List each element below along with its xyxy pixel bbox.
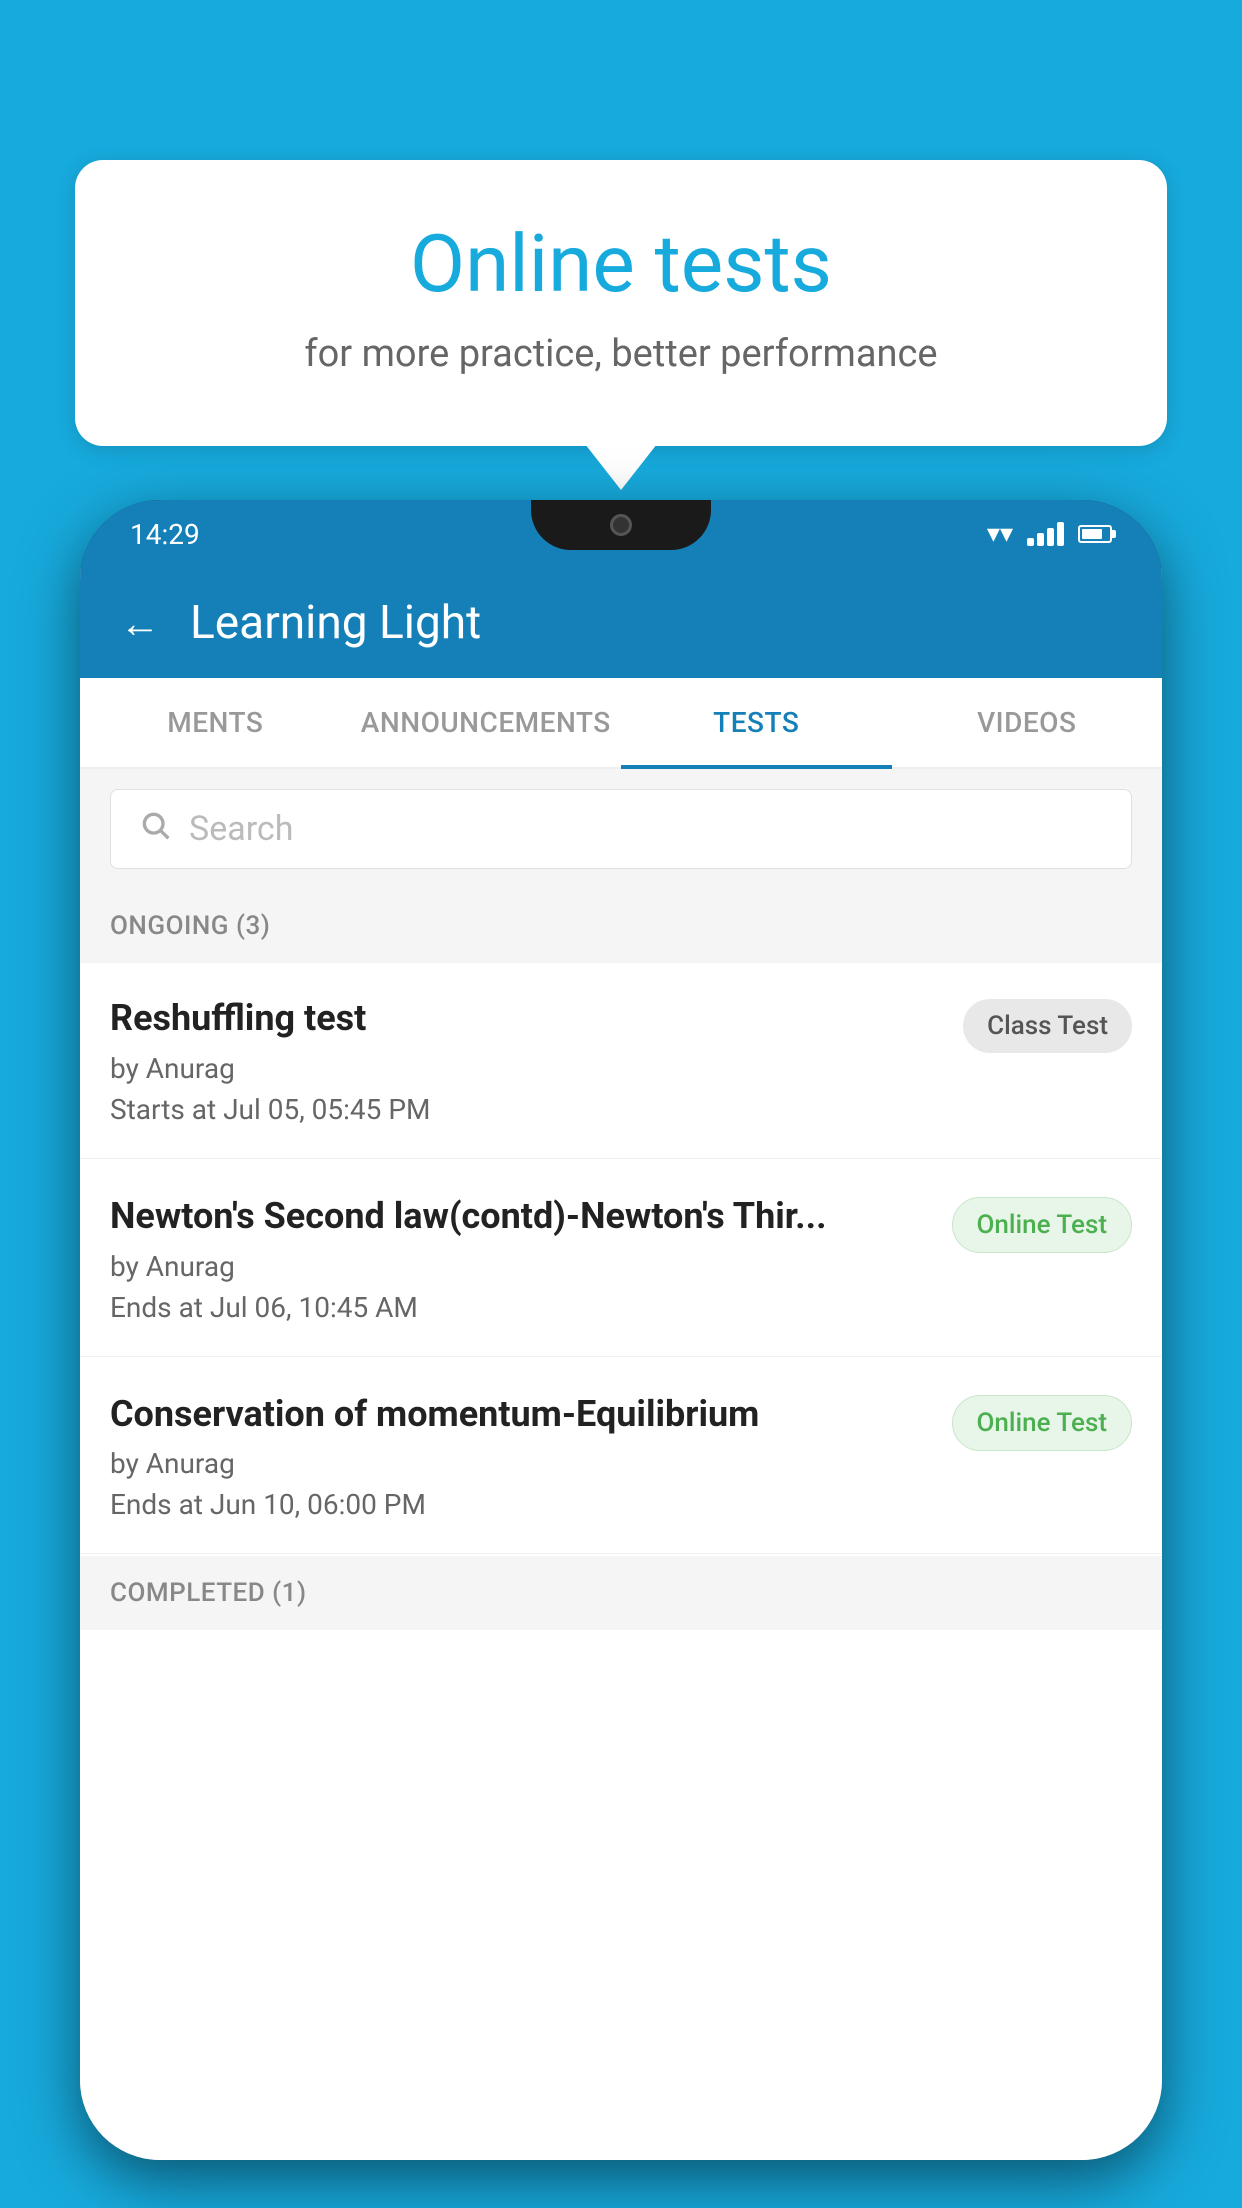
tab-ments[interactable]: MENTS	[80, 678, 351, 767]
test-title: Conservation of momentum-Equilibrium	[110, 1391, 932, 1438]
test-info: Reshuffling test by Anurag Starts at Jul…	[110, 995, 963, 1126]
signal-icon	[1027, 522, 1064, 546]
test-title: Newton's Second law(contd)-Newton's Thir…	[110, 1193, 932, 1240]
tab-tests[interactable]: TESTS	[621, 678, 892, 767]
battery-icon	[1078, 525, 1112, 543]
tab-bar: MENTS ANNOUNCEMENTS TESTS VIDEOS	[80, 678, 1162, 769]
wifi-icon: ▾▾	[987, 519, 1013, 549]
test-by: by Anurag	[110, 1052, 943, 1085]
phone-frame: 14:29 ▾▾ ← Learning Light	[80, 500, 1162, 2160]
phone-notch	[531, 500, 711, 550]
app-header: ← Learning Light	[80, 568, 1162, 678]
test-item[interactable]: Reshuffling test by Anurag Starts at Jul…	[80, 963, 1162, 1159]
status-bar: 14:29 ▾▾	[80, 500, 1162, 568]
tab-videos[interactable]: VIDEOS	[892, 678, 1163, 767]
bubble-title: Online tests	[155, 220, 1087, 308]
front-camera	[610, 514, 632, 536]
test-time: Starts at Jul 05, 05:45 PM	[110, 1093, 943, 1126]
speech-bubble: Online tests for more practice, better p…	[75, 160, 1167, 446]
search-bar[interactable]: Search	[110, 789, 1132, 869]
tab-announcements[interactable]: ANNOUNCEMENTS	[351, 678, 622, 767]
test-badge-online: Online Test	[952, 1395, 1133, 1451]
test-item[interactable]: Conservation of momentum-Equilibrium by …	[80, 1359, 1162, 1555]
phone-screen: ← Learning Light MENTS ANNOUNCEMENTS TES…	[80, 568, 1162, 2160]
test-time: Ends at Jun 10, 06:00 PM	[110, 1488, 932, 1521]
test-by: by Anurag	[110, 1447, 932, 1480]
test-info: Newton's Second law(contd)-Newton's Thir…	[110, 1193, 952, 1324]
test-item[interactable]: Newton's Second law(contd)-Newton's Thir…	[80, 1161, 1162, 1357]
app-title: Learning Light	[190, 596, 481, 650]
bubble-subtitle: for more practice, better performance	[155, 332, 1087, 376]
search-icon	[139, 808, 171, 850]
status-icons: ▾▾	[987, 519, 1112, 549]
completed-section-header: COMPLETED (1)	[80, 1556, 1162, 1630]
test-list: Reshuffling test by Anurag Starts at Jul…	[80, 963, 1162, 2160]
test-badge-class: Class Test	[963, 999, 1132, 1053]
search-container: Search	[80, 769, 1162, 889]
test-time: Ends at Jul 06, 10:45 AM	[110, 1291, 932, 1324]
status-time: 14:29	[130, 518, 200, 551]
test-title: Reshuffling test	[110, 995, 943, 1042]
test-badge-online: Online Test	[952, 1197, 1133, 1253]
ongoing-section-header: ONGOING (3)	[80, 889, 1162, 963]
test-by: by Anurag	[110, 1250, 932, 1283]
search-placeholder: Search	[189, 809, 293, 849]
back-button[interactable]: ←	[120, 600, 160, 647]
test-info: Conservation of momentum-Equilibrium by …	[110, 1391, 952, 1522]
